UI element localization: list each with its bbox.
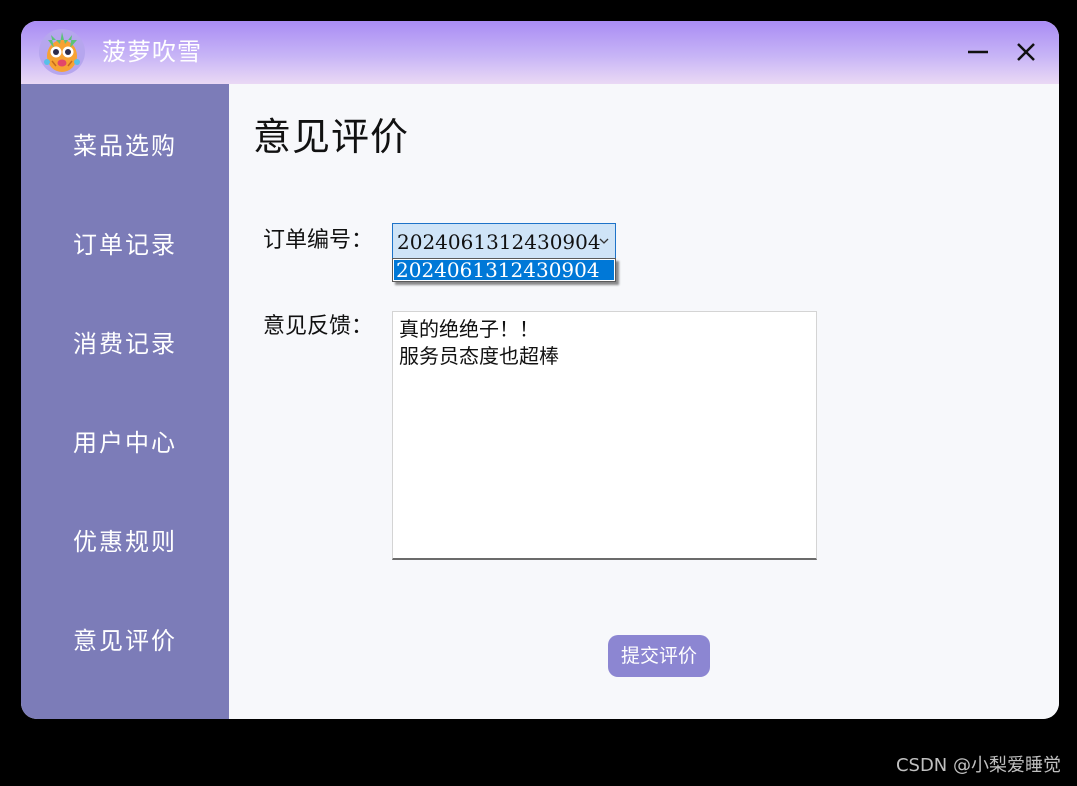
order-number-select[interactable]: 2024061312430904 bbox=[392, 223, 616, 259]
pineapple-mascot-icon bbox=[39, 29, 85, 75]
sidebar-item-order-records[interactable]: 订单记录 bbox=[21, 215, 229, 275]
close-icon bbox=[1017, 43, 1035, 61]
order-number-option[interactable]: 2024061312430904 bbox=[394, 260, 614, 280]
feedback-text-line: 服务员态度也超棒 bbox=[399, 344, 559, 368]
order-number-dropdown-list: 2024061312430904 bbox=[392, 258, 616, 282]
watermark: CSDN @小梨爱睡觉 bbox=[895, 755, 1061, 776]
chevron-down-icon bbox=[599, 238, 609, 244]
minimize-icon bbox=[968, 50, 988, 54]
submit-feedback-button[interactable]: 提交评价 bbox=[608, 635, 710, 677]
sidebar-item-dish-shopping[interactable]: 菜品选购 bbox=[21, 116, 229, 176]
sidebar-item-user-center[interactable]: 用户中心 bbox=[21, 413, 229, 473]
order-number-selected-value: 2024061312430904 bbox=[397, 230, 601, 254]
app-window: 菠萝吹雪 菜品选购 订单记录 消费记录 用户中心 优惠规则 意见评价 意见评价 … bbox=[21, 21, 1059, 719]
sidebar-item-feedback[interactable]: 意见评价 bbox=[21, 611, 229, 671]
main-content: 意见评价 订单编号： 2024061312430904 202406131243… bbox=[229, 84, 1059, 719]
page-title: 意见评价 bbox=[253, 115, 410, 159]
close-button[interactable] bbox=[1009, 35, 1043, 69]
app-title: 菠萝吹雪 bbox=[102, 38, 202, 66]
title-bar[interactable]: 菠萝吹雪 bbox=[21, 21, 1059, 84]
feedback-textarea[interactable]: 真的绝绝子！！ 服务员态度也超棒 bbox=[392, 311, 817, 560]
feedback-label: 意见反馈： bbox=[263, 314, 374, 339]
sidebar: 菜品选购 订单记录 消费记录 用户中心 优惠规则 意见评价 bbox=[21, 84, 229, 719]
feedback-text-line: 真的绝绝子！！ bbox=[399, 317, 539, 341]
minimize-button[interactable] bbox=[961, 35, 995, 69]
order-number-label: 订单编号： bbox=[263, 228, 374, 253]
sidebar-item-consumption-records[interactable]: 消费记录 bbox=[21, 314, 229, 374]
sidebar-item-discount-rules[interactable]: 优惠规则 bbox=[21, 512, 229, 572]
